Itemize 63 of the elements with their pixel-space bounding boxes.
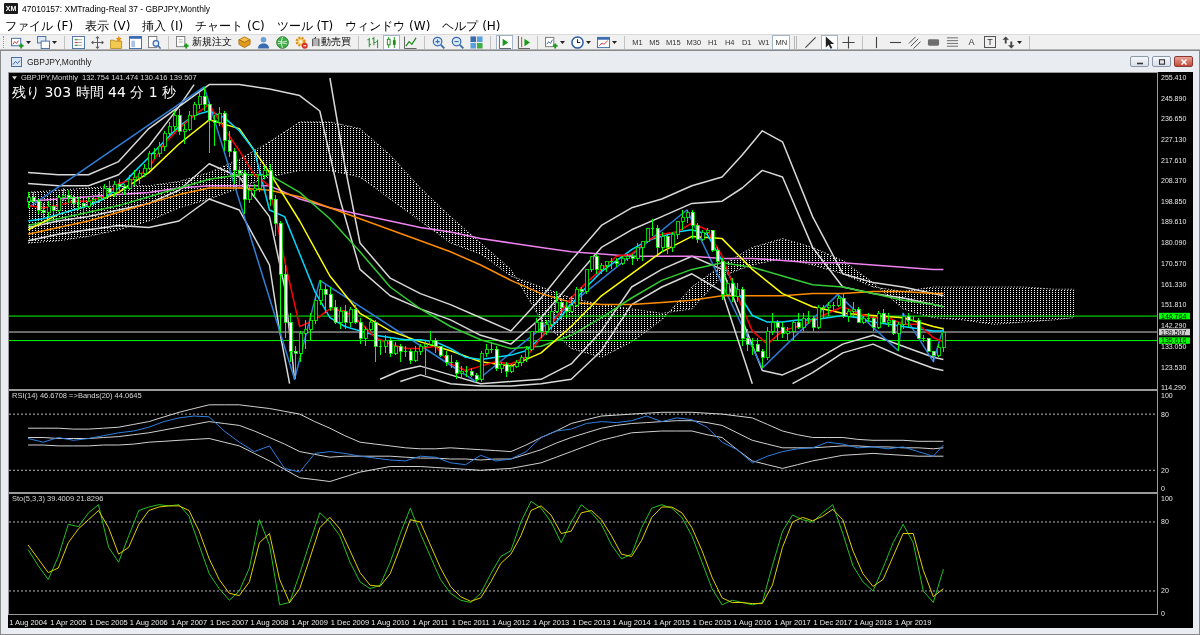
chart-window-title: GBPJPY,Monthly xyxy=(27,56,92,67)
window-stack-icon[interactable] xyxy=(37,35,50,49)
document-plus-icon xyxy=(176,35,189,49)
magnifier-document-icon[interactable] xyxy=(148,35,161,49)
horizontal-lines-icon xyxy=(946,35,960,49)
caret-icon[interactable] xyxy=(560,40,565,44)
menu-item[interactable]: ウィンドウ (W) xyxy=(345,17,431,34)
parallel-lines-icon xyxy=(908,35,922,49)
menu-item[interactable]: ツール (T) xyxy=(276,17,334,34)
caret-icon[interactable] xyxy=(1017,40,1023,44)
four-arrows-icon[interactable] xyxy=(91,35,104,49)
zoom-out-icon[interactable] xyxy=(451,35,464,49)
window-title: 47010157: XMTrading-Real 37 - GBPJPY,Monthly xyxy=(22,3,211,14)
menu-item[interactable]: 表示 (V) xyxy=(85,17,131,34)
bar-chart-icon xyxy=(366,35,379,49)
caret-icon[interactable] xyxy=(26,40,31,44)
restore-icon xyxy=(1157,58,1166,65)
close-icon xyxy=(1179,58,1188,65)
minimize-button[interactable] xyxy=(1130,56,1149,67)
list-window-icon[interactable] xyxy=(72,35,85,49)
document-chart-plus-icon[interactable] xyxy=(545,35,558,49)
close-button[interactable] xyxy=(1174,56,1193,67)
candlestick-icon xyxy=(385,35,398,49)
cursor-icon xyxy=(823,35,837,49)
trendline-icon xyxy=(804,35,818,49)
caret-icon[interactable] xyxy=(586,40,591,44)
panel-window-icon[interactable] xyxy=(129,35,142,49)
line-chart-icon xyxy=(404,35,417,49)
folder-star-icon[interactable] xyxy=(110,35,123,49)
chart-window-icon xyxy=(11,56,22,67)
chart-shift-button[interactable] xyxy=(515,34,532,50)
new-order-button[interactable]: 新規注文 xyxy=(173,34,235,50)
crosshair-icon xyxy=(842,35,856,49)
line-chart-button[interactable] xyxy=(402,34,419,50)
person-icon[interactable] xyxy=(257,35,270,49)
up-down-arrows-icon xyxy=(1002,35,1016,49)
globe-icon[interactable] xyxy=(276,35,289,49)
menu-item[interactable]: 挿入 (I) xyxy=(142,17,184,34)
cursor-button[interactable] xyxy=(821,34,839,50)
axis-marker-icon xyxy=(517,35,530,49)
auto-scroll-button[interactable] xyxy=(496,34,513,50)
gear-icon xyxy=(295,35,308,49)
clock-icon[interactable] xyxy=(571,35,584,49)
cube-icon[interactable] xyxy=(238,35,251,49)
caret-icon[interactable] xyxy=(52,40,57,44)
caret-icon[interactable] xyxy=(612,40,617,44)
bar-chart-button[interactable] xyxy=(364,34,381,50)
countdown-text: 残り 303 時間 44 分 1 秒 xyxy=(12,84,177,100)
text-label-button[interactable]: T xyxy=(984,36,997,48)
menu-item[interactable]: ヘルプ (H) xyxy=(442,17,501,34)
window-chart-icon[interactable] xyxy=(597,35,610,49)
candlestick-button[interactable] xyxy=(383,34,400,50)
chart-plus-icon[interactable] xyxy=(11,35,24,49)
menu-item[interactable]: チャート (C) xyxy=(195,17,265,34)
axis-play-icon xyxy=(498,35,511,49)
menu-item[interactable]: ファイル (F) xyxy=(5,17,74,34)
text-tool-button[interactable]: A xyxy=(963,34,981,50)
caret-icon[interactable] xyxy=(12,75,17,80)
crosshair-button[interactable] xyxy=(840,34,858,50)
restore-button[interactable] xyxy=(1152,56,1171,67)
zoom-in-icon[interactable] xyxy=(432,35,445,49)
four-squares-icon[interactable] xyxy=(470,35,483,49)
auto-trading-button[interactable]: 自動売買 xyxy=(292,34,354,50)
